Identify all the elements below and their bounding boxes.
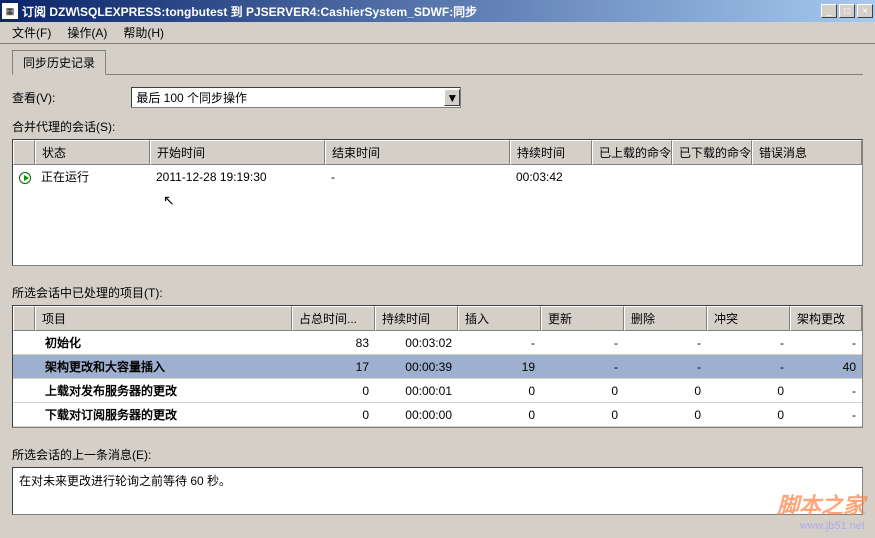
cell (13, 340, 35, 346)
maximize-button[interactable]: □ (839, 4, 855, 18)
cell: 19 (458, 357, 541, 377)
items-label: 所选会话中已处理的项目(T): (12, 284, 863, 301)
window-controls: _ □ × (821, 4, 873, 18)
cell (13, 364, 35, 370)
sessions-grid-header: 状态 开始时间 结束时间 持续时间 已上载的命令 已下载的命令 错误消息 (13, 140, 862, 165)
cell: 00:03:02 (375, 333, 458, 353)
col-error[interactable]: 错误消息 (752, 140, 862, 165)
cell: 00:00:00 (375, 405, 458, 425)
cell-duration: 00:03:42 (510, 167, 592, 187)
col-end[interactable]: 结束时间 (325, 140, 510, 165)
col-project[interactable]: 项目 (35, 306, 292, 331)
col-status[interactable]: 状态 (35, 140, 150, 165)
cell: - (624, 357, 707, 377)
cell: - (707, 333, 790, 353)
cell: 00:00:01 (375, 381, 458, 401)
items-grid-header: 项目 占总时间... 持续时间 插入 更新 删除 冲突 架构更改 (13, 306, 862, 331)
cell: - (458, 333, 541, 353)
col-insert[interactable]: 插入 (458, 306, 541, 331)
cell: 0 (707, 381, 790, 401)
cell: 下载对订阅服务器的更改 (35, 403, 292, 426)
col-pct[interactable]: 占总时间... (292, 306, 375, 331)
content-area: 同步历史记录 查看(V): 最后 100 个同步操作 ▼ 合并代理的会话(S):… (0, 44, 875, 527)
table-row[interactable]: 架构更改和大容量插入1700:00:3919---40 (13, 355, 862, 379)
cell: - (707, 357, 790, 377)
cell: 0 (541, 381, 624, 401)
running-icon (13, 167, 35, 187)
cell: 40 (790, 357, 862, 377)
cell-status: 正在运行 (35, 165, 150, 188)
sessions-grid[interactable]: 状态 开始时间 结束时间 持续时间 已上载的命令 已下载的命令 错误消息 正在运… (12, 139, 863, 266)
cell: - (790, 333, 862, 353)
table-row[interactable]: 初始化8300:03:02----- (13, 331, 862, 355)
col-dur[interactable]: 持续时间 (375, 306, 458, 331)
cell: - (790, 405, 862, 425)
cell: 0 (707, 405, 790, 425)
cell: - (541, 357, 624, 377)
cell (13, 388, 35, 394)
last-message-text: 在对未来更改进行轮询之前等待 60 秒。 (19, 474, 231, 488)
cell: 0 (458, 381, 541, 401)
cell-end: - (325, 167, 510, 187)
col-update[interactable]: 更新 (541, 306, 624, 331)
col-icon[interactable] (13, 140, 35, 165)
cell: 上载对发布服务器的更改 (35, 379, 292, 402)
menubar: 文件(F) 操作(A) 帮助(H) (0, 22, 875, 44)
cell: 架构更改和大容量插入 (35, 355, 292, 378)
view-dropdown[interactable]: 最后 100 个同步操作 ▼ (131, 87, 461, 108)
col-blank[interactable] (13, 306, 35, 331)
items-grid-body: 初始化8300:03:02-----架构更改和大容量插入1700:00:3919… (13, 331, 862, 427)
lastmsg-label: 所选会话的上一条消息(E): (12, 446, 863, 463)
col-downloaded[interactable]: 已下载的命令 (672, 140, 752, 165)
menu-help[interactable]: 帮助(H) (115, 22, 172, 43)
cell-error (752, 174, 862, 180)
cell: 0 (458, 405, 541, 425)
sessions-label: 合并代理的会话(S): (12, 118, 863, 135)
tab-strip: 同步历史记录 (12, 50, 863, 75)
close-button[interactable]: × (857, 4, 873, 18)
cell-start: 2011-12-28 19:19:30 (150, 167, 325, 187)
dropdown-arrow-icon[interactable]: ▼ (444, 89, 460, 106)
app-icon: ▦ (2, 3, 18, 19)
table-row[interactable]: 下载对订阅服务器的更改000:00:000000- (13, 403, 862, 427)
tab-sync-history[interactable]: 同步历史记录 (12, 50, 106, 75)
view-dropdown-value: 最后 100 个同步操作 (132, 89, 444, 106)
titlebar: ▦ 订阅 DZW\SQLEXPRESS:tongbutest 到 PJSERVE… (0, 0, 875, 22)
cell: - (541, 333, 624, 353)
cell: 00:00:39 (375, 357, 458, 377)
cell: - (624, 333, 707, 353)
view-row: 查看(V): 最后 100 个同步操作 ▼ (12, 87, 863, 108)
col-start[interactable]: 开始时间 (150, 140, 325, 165)
col-delete[interactable]: 删除 (624, 306, 707, 331)
sessions-grid-body: 正在运行 2011-12-28 19:19:30 - 00:03:42 (13, 165, 862, 265)
cell: 0 (292, 381, 375, 401)
minimize-button[interactable]: _ (821, 4, 837, 18)
col-uploaded[interactable]: 已上载的命令 (592, 140, 672, 165)
col-duration[interactable]: 持续时间 (510, 140, 592, 165)
items-grid[interactable]: 项目 占总时间... 持续时间 插入 更新 删除 冲突 架构更改 初始化8300… (12, 305, 863, 428)
session-row[interactable]: 正在运行 2011-12-28 19:19:30 - 00:03:42 (13, 165, 862, 188)
cell: 初始化 (35, 331, 292, 354)
cell: 0 (624, 405, 707, 425)
menu-action[interactable]: 操作(A) (59, 22, 115, 43)
menu-file[interactable]: 文件(F) (4, 22, 59, 43)
cell: 0 (541, 405, 624, 425)
cell-downloaded (672, 174, 752, 180)
cell (13, 412, 35, 418)
cell: - (790, 381, 862, 401)
cell: 83 (292, 333, 375, 353)
col-conflict[interactable]: 冲突 (707, 306, 790, 331)
window-title: 订阅 DZW\SQLEXPRESS:tongbutest 到 PJSERVER4… (22, 3, 821, 20)
cell-uploaded (592, 174, 672, 180)
cell: 0 (292, 405, 375, 425)
col-schema[interactable]: 架构更改 (790, 306, 862, 331)
table-row[interactable]: 上载对发布服务器的更改000:00:010000- (13, 379, 862, 403)
view-label: 查看(V): (12, 89, 55, 106)
cell: 0 (624, 381, 707, 401)
cell: 17 (292, 357, 375, 377)
last-message-box[interactable]: 在对未来更改进行轮询之前等待 60 秒。 (12, 467, 863, 515)
